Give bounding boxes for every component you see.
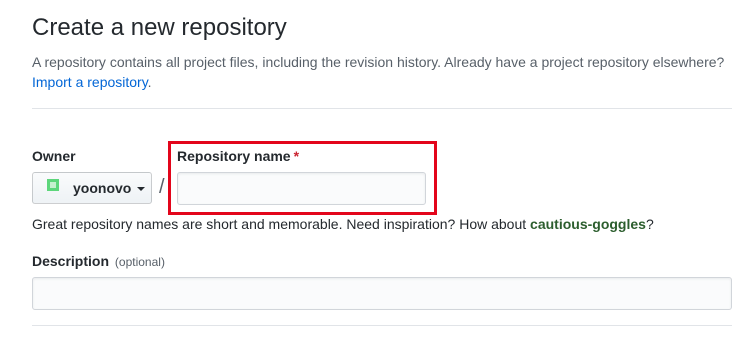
hint-suffix: ? xyxy=(645,216,654,232)
page-title: Create a new repository xyxy=(32,14,287,41)
repository-name-hint: Great repository names are short and mem… xyxy=(32,216,654,232)
owner-avatar-icon xyxy=(47,179,59,191)
page-subtitle: A repository contains all project files,… xyxy=(32,54,725,70)
repository-name-label: Repository name * xyxy=(177,148,299,164)
chevron-down-icon xyxy=(137,187,146,191)
header-divider xyxy=(32,108,732,109)
description-optional-text: (optional) xyxy=(114,255,165,269)
owner-repo-separator: / xyxy=(159,176,165,198)
import-suffix: . xyxy=(147,74,152,90)
hint-text: Great repository names are short and mem… xyxy=(32,216,531,232)
import-line: Import a repository. xyxy=(32,72,152,93)
owner-dropdown-button[interactable]: yoonovo xyxy=(32,172,152,204)
bottom-divider xyxy=(32,325,732,326)
owner-label: Owner xyxy=(32,148,76,164)
description-label: Description (optional) xyxy=(32,253,165,269)
required-marker: * xyxy=(293,148,300,164)
repository-name-label-text: Repository name xyxy=(177,148,291,164)
owner-name: yoonovo xyxy=(73,180,132,196)
name-suggestion-link[interactable]: cautious-goggles xyxy=(530,216,646,232)
repository-name-input[interactable] xyxy=(177,172,426,205)
import-repository-link[interactable]: Import a repository xyxy=(32,74,148,90)
description-input[interactable] xyxy=(32,277,732,310)
description-label-text: Description xyxy=(32,253,110,269)
